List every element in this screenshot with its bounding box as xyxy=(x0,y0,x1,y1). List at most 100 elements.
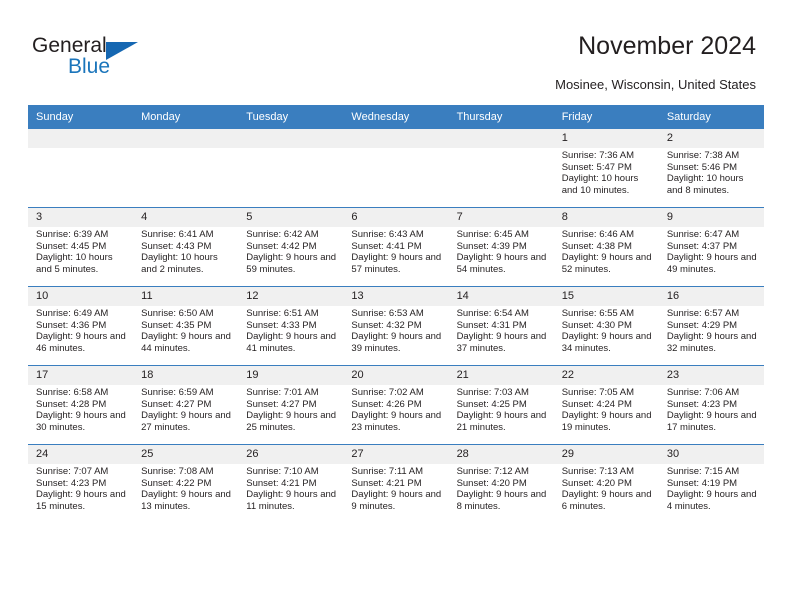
sunset-text: Sunset: 4:32 PM xyxy=(351,319,422,331)
calendar-week-row: 3 Sunrise: 6:39 AM Sunset: 4:45 PM Daylight… xyxy=(28,207,764,287)
calendar-day-cell[interactable]: 14 Sunrise: 6:54 AM Sunset: 4:31 PM Dayligh… xyxy=(448,286,554,366)
sunset-text: Sunset: 4:45 PM xyxy=(36,240,107,252)
sunrise-text: Sunrise: 6:58 AM xyxy=(36,387,109,398)
calendar-day-cell[interactable]: 20 Sunrise: 7:02 AM Sunset: 4:26 PM Dayligh… xyxy=(343,365,449,445)
calendar-day-cell[interactable]: 23 Sunrise: 7:06 AM Sunset: 4:23 PM Dayligh… xyxy=(658,365,764,445)
calendar-day-cell[interactable]: 4 Sunrise: 6:41 AM Sunset: 4:43 PM Daylight… xyxy=(133,207,239,287)
daylight-text: Daylight: 10 hours and 8 minutes. xyxy=(666,173,744,196)
daylight-text: Daylight: 9 hours and 19 minutes. xyxy=(561,410,652,433)
day-details: Sunrise: 7:08 AM Sunset: 4:22 PM Daylight:… xyxy=(133,464,238,512)
day-details: Sunrise: 6:42 AM Sunset: 4:42 PM Daylight:… xyxy=(238,227,343,275)
day-details: Sunrise: 6:41 AM Sunset: 4:43 PM Daylight:… xyxy=(133,227,238,275)
sunrise-text: Sunrise: 7:12 AM xyxy=(456,466,529,477)
day-number: 10 xyxy=(28,287,134,306)
sunrise-text: Sunrise: 7:03 AM xyxy=(456,387,529,398)
sunrise-text: Sunrise: 7:13 AM xyxy=(561,466,635,477)
day-number xyxy=(343,129,449,148)
weekday-header-friday: Friday xyxy=(553,105,659,129)
daylight-text: Daylight: 9 hours and 17 minutes. xyxy=(666,410,757,433)
calendar-day-cell[interactable]: 12 Sunrise: 6:51 AM Sunset: 4:33 PM Dayligh… xyxy=(238,286,344,366)
sunrise-text: Sunrise: 6:51 AM xyxy=(246,308,319,319)
daylight-text: Daylight: 9 hours and 37 minutes. xyxy=(456,331,547,354)
day-number: 18 xyxy=(133,366,239,385)
daylight-text: Daylight: 10 hours and 10 minutes. xyxy=(561,173,639,196)
day-number xyxy=(28,129,134,148)
daylight-text: Daylight: 10 hours and 2 minutes. xyxy=(141,252,218,275)
daylight-text: Daylight: 9 hours and 25 minutes. xyxy=(246,410,337,433)
calendar-day-cell[interactable]: 3 Sunrise: 6:39 AM Sunset: 4:45 PM Daylight… xyxy=(28,207,134,287)
sunrise-text: Sunrise: 6:45 AM xyxy=(456,229,529,240)
day-number: 24 xyxy=(28,445,134,464)
calendar-day-cell[interactable]: 5 Sunrise: 6:42 AM Sunset: 4:42 PM Daylight… xyxy=(238,207,344,287)
calendar-day-cell[interactable]: 16 Sunrise: 6:57 AM Sunset: 4:29 PM Dayligh… xyxy=(658,286,764,366)
sunset-text: Sunset: 4:38 PM xyxy=(561,240,632,252)
daylight-text: Daylight: 9 hours and 54 minutes. xyxy=(456,252,547,275)
calendar-day-cell[interactable]: 19 Sunrise: 7:01 AM Sunset: 4:27 PM Dayligh… xyxy=(238,365,344,445)
day-number: 22 xyxy=(553,366,659,385)
calendar-week-row: 17 Sunrise: 6:58 AM Sunset: 4:28 PM Dayligh… xyxy=(28,365,764,445)
day-number: 12 xyxy=(238,287,344,306)
calendar-cell-empty xyxy=(238,129,344,208)
day-number: 13 xyxy=(343,287,449,306)
sunrise-text: Sunrise: 6:59 AM xyxy=(141,387,214,398)
calendar-day-cell[interactable]: 6 Sunrise: 6:43 AM Sunset: 4:41 PM Daylight… xyxy=(343,207,449,287)
calendar-week-row: 10 Sunrise: 6:49 AM Sunset: 4:36 PM Dayligh… xyxy=(28,286,764,366)
sunset-text: Sunset: 4:24 PM xyxy=(561,398,632,410)
calendar-week-row: 1 Sunrise: 7:36 AM Sunset: 5:47 PM Daylight… xyxy=(28,129,764,208)
calendar-day-cell[interactable]: 17 Sunrise: 6:58 AM Sunset: 4:28 PM Dayligh… xyxy=(28,365,134,445)
calendar-day-cell[interactable]: 1 Sunrise: 7:36 AM Sunset: 5:47 PM Daylight… xyxy=(553,129,659,208)
daylight-text: Daylight: 9 hours and 30 minutes. xyxy=(36,410,126,433)
daylight-text: Daylight: 10 hours and 5 minutes. xyxy=(36,252,113,275)
calendar-day-cell[interactable]: 22 Sunrise: 7:05 AM Sunset: 4:24 PM Dayligh… xyxy=(553,365,659,445)
calendar-day-cell[interactable]: 9 Sunrise: 6:47 AM Sunset: 4:37 PM Daylight… xyxy=(658,207,764,287)
calendar-day-cell[interactable]: 2 Sunrise: 7:38 AM Sunset: 5:46 PM Daylight… xyxy=(658,129,764,208)
weekday-header-thursday: Thursday xyxy=(448,105,554,129)
sunrise-text: Sunrise: 6:42 AM xyxy=(246,229,319,240)
calendar-day-cell[interactable]: 8 Sunrise: 6:46 AM Sunset: 4:38 PM Daylight… xyxy=(553,207,659,287)
day-number: 28 xyxy=(448,445,554,464)
general-blue-logo[interactable]: General Blue xyxy=(32,34,232,86)
calendar-day-cell[interactable]: 7 Sunrise: 6:45 AM Sunset: 4:39 PM Daylight… xyxy=(448,207,554,287)
weekday-header-tuesday: Tuesday xyxy=(238,105,344,129)
daylight-text: Daylight: 9 hours and 13 minutes. xyxy=(141,489,231,512)
day-details: Sunrise: 7:06 AM Sunset: 4:23 PM Daylight:… xyxy=(659,385,764,433)
sunset-text: Sunset: 4:29 PM xyxy=(666,319,738,331)
sunset-text: Sunset: 4:27 PM xyxy=(141,398,212,410)
sunset-text: Sunset: 4:35 PM xyxy=(141,319,212,331)
day-number: 29 xyxy=(553,445,659,464)
calendar-day-cell[interactable]: 27 Sunrise: 7:11 AM Sunset: 4:21 PM Dayligh… xyxy=(343,444,449,523)
sunrise-text: Sunrise: 7:01 AM xyxy=(246,387,319,398)
calendar-day-cell[interactable]: 24 Sunrise: 7:07 AM Sunset: 4:23 PM Dayligh… xyxy=(28,444,134,523)
calendar-cell-empty xyxy=(448,129,554,208)
daylight-text: Daylight: 9 hours and 52 minutes. xyxy=(561,252,652,275)
day-number: 2 xyxy=(658,129,764,148)
day-details: Sunrise: 7:10 AM Sunset: 4:21 PM Daylight:… xyxy=(238,464,343,512)
day-number xyxy=(448,129,554,148)
calendar-day-cell[interactable]: 26 Sunrise: 7:10 AM Sunset: 4:21 PM Dayligh… xyxy=(238,444,344,523)
calendar-day-cell[interactable]: 13 Sunrise: 6:53 AM Sunset: 4:32 PM Dayligh… xyxy=(343,286,449,366)
calendar-day-cell[interactable]: 11 Sunrise: 6:50 AM Sunset: 4:35 PM Dayligh… xyxy=(133,286,239,366)
day-details: Sunrise: 7:01 AM Sunset: 4:27 PM Daylight:… xyxy=(238,385,343,433)
calendar-day-cell[interactable]: 30 Sunrise: 7:15 AM Sunset: 4:19 PM Dayligh… xyxy=(658,444,764,523)
calendar-day-cell[interactable]: 10 Sunrise: 6:49 AM Sunset: 4:36 PM Dayligh… xyxy=(28,286,134,366)
sunset-text: Sunset: 4:41 PM xyxy=(351,240,422,252)
calendar-day-cell[interactable]: 15 Sunrise: 6:55 AM Sunset: 4:30 PM Dayligh… xyxy=(553,286,659,366)
daylight-text: Daylight: 9 hours and 27 minutes. xyxy=(141,410,231,433)
day-details: Sunrise: 6:43 AM Sunset: 4:41 PM Daylight:… xyxy=(343,227,448,275)
day-number: 26 xyxy=(238,445,344,464)
sunset-text: Sunset: 4:20 PM xyxy=(456,477,527,489)
day-details: Sunrise: 6:59 AM Sunset: 4:27 PM Daylight:… xyxy=(133,385,238,433)
daylight-text: Daylight: 9 hours and 15 minutes. xyxy=(36,489,126,512)
calendar-day-cell[interactable]: 29 Sunrise: 7:13 AM Sunset: 4:20 PM Dayligh… xyxy=(553,444,659,523)
calendar-day-cell[interactable]: 21 Sunrise: 7:03 AM Sunset: 4:25 PM Dayligh… xyxy=(448,365,554,445)
sunrise-text: Sunrise: 7:02 AM xyxy=(351,387,424,398)
sunrise-text: Sunrise: 7:05 AM xyxy=(561,387,635,398)
day-details: Sunrise: 6:53 AM Sunset: 4:32 PM Daylight:… xyxy=(343,306,448,354)
sunset-text: Sunset: 4:28 PM xyxy=(36,398,107,410)
calendar-day-cell[interactable]: 18 Sunrise: 6:59 AM Sunset: 4:27 PM Dayligh… xyxy=(133,365,239,445)
day-number: 6 xyxy=(343,208,449,227)
calendar-day-cell[interactable]: 28 Sunrise: 7:12 AM Sunset: 4:20 PM Dayligh… xyxy=(448,444,554,523)
sunrise-text: Sunrise: 7:06 AM xyxy=(666,387,740,398)
calendar-day-cell[interactable]: 25 Sunrise: 7:08 AM Sunset: 4:22 PM Dayligh… xyxy=(133,444,239,523)
sunrise-text: Sunrise: 6:49 AM xyxy=(36,308,109,319)
